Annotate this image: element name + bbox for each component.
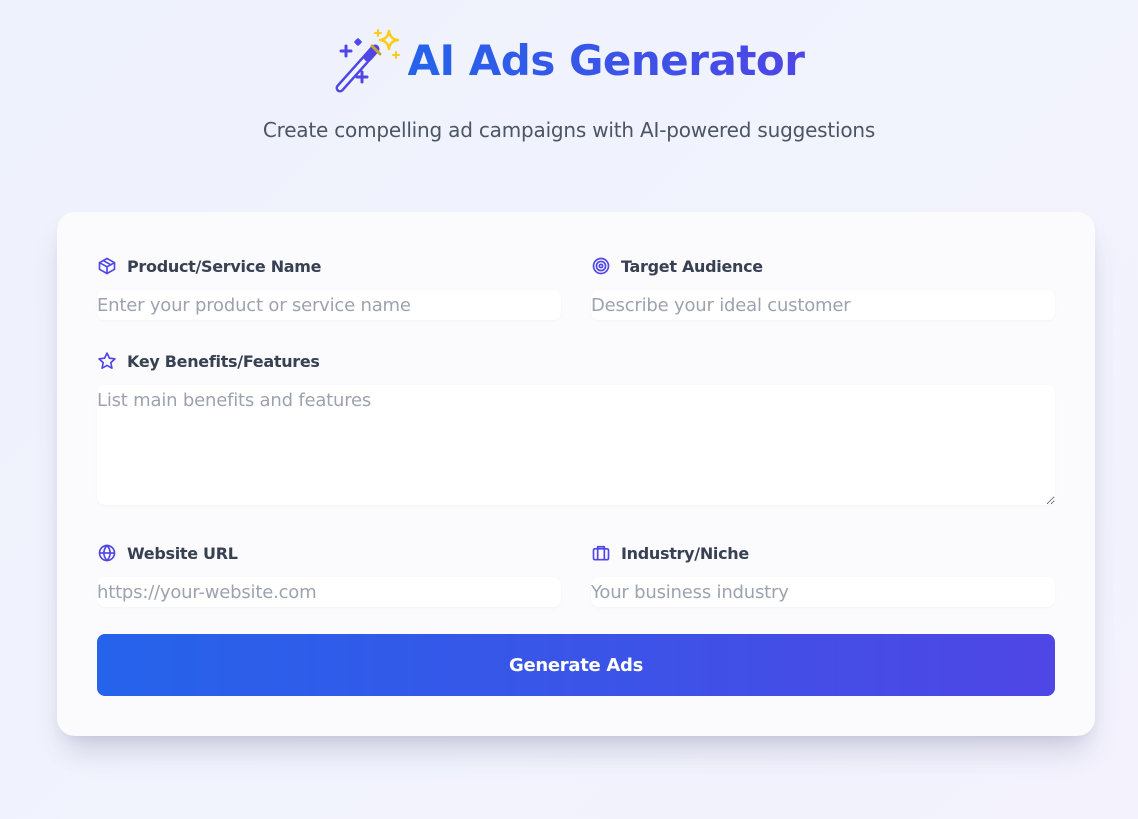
- target-audience-input[interactable]: [591, 290, 1055, 320]
- key-benefits-label-text: Key Benefits/Features: [127, 351, 320, 371]
- ad-form-card: Product/Service Name Target Audience Key…: [57, 212, 1095, 736]
- product-name-field: Product/Service Name: [97, 254, 561, 320]
- cube-icon: [98, 257, 116, 275]
- industry-input[interactable]: [591, 577, 1055, 607]
- industry-field: Industry/Niche: [591, 541, 1055, 607]
- key-benefits-label: Key Benefits/Features: [97, 349, 1055, 373]
- page-subtitle: Create compelling ad campaigns with AI-p…: [262, 118, 876, 142]
- target-icon: [592, 257, 610, 275]
- website-url-field: Website URL: [97, 541, 561, 607]
- target-audience-label: Target Audience: [591, 254, 1055, 278]
- key-benefits-textarea[interactable]: [97, 385, 1055, 505]
- target-audience-label-text: Target Audience: [621, 256, 763, 276]
- title-row: AI Ads Generator: [0, 26, 1138, 96]
- globe-icon: [98, 544, 116, 562]
- briefcase-icon: [592, 545, 610, 561]
- product-name-label: Product/Service Name: [97, 254, 561, 278]
- target-audience-field: Target Audience: [591, 254, 1055, 320]
- key-benefits-field: Key Benefits/Features: [97, 349, 1055, 505]
- product-name-input[interactable]: [97, 290, 561, 320]
- website-url-input[interactable]: [97, 577, 561, 607]
- industry-label: Industry/Niche: [591, 541, 1055, 565]
- product-name-label-text: Product/Service Name: [127, 256, 322, 276]
- page-title: AI Ads Generator: [408, 31, 806, 91]
- magic-wand-icon: [335, 29, 400, 93]
- generate-ads-button[interactable]: Generate Ads: [97, 634, 1055, 696]
- star-icon: [98, 352, 116, 369]
- website-url-label: Website URL: [97, 541, 561, 565]
- industry-label-text: Industry/Niche: [621, 543, 749, 563]
- website-url-label-text: Website URL: [127, 543, 238, 563]
